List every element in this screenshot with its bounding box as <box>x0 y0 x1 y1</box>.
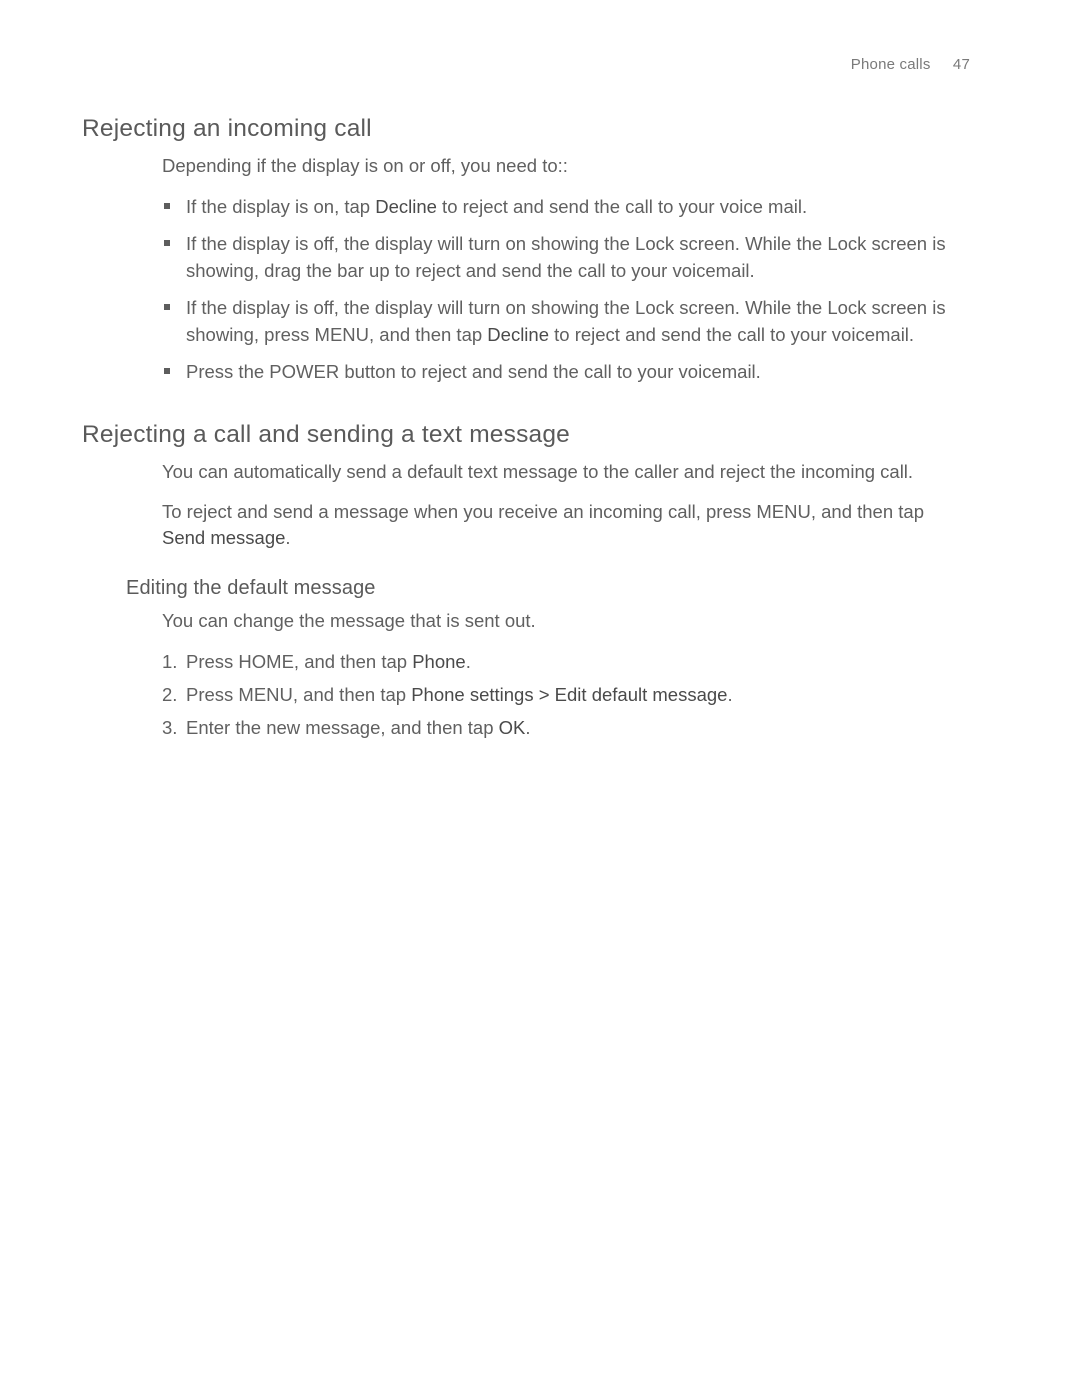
section3-body: You can change the message that is sent … <box>162 608 970 741</box>
phone-settings-label: Phone settings > Edit default message <box>411 684 727 705</box>
section1-intro: Depending if the display is on or off, y… <box>162 153 970 179</box>
page-header: Phone calls 47 <box>82 56 970 73</box>
section2-body: You can automatically send a default tex… <box>162 459 970 551</box>
step-item: Press MENU, and then tap Phone settings … <box>162 681 970 708</box>
section2-p2: To reject and send a message when you re… <box>162 499 970 551</box>
bullet-item: If the display is off, the display will … <box>162 230 970 284</box>
section-heading-rejecting-call: Rejecting an incoming call <box>82 115 970 143</box>
document-page: Phone calls 47 Rejecting an incoming cal… <box>0 0 1080 1397</box>
bullet-item: Press the POWER button to reject and sen… <box>162 358 970 385</box>
section-heading-reject-text: Rejecting a call and sending a text mess… <box>82 421 970 449</box>
section2-p1: You can automatically send a default tex… <box>162 459 970 485</box>
section1-body: Depending if the display is on or off, y… <box>162 153 970 385</box>
phone-label: Phone <box>412 651 466 672</box>
chapter-title: Phone calls <box>851 56 931 73</box>
bullet-item: If the display is off, the display will … <box>162 294 970 348</box>
decline-label: Decline <box>487 324 549 345</box>
section3-steps: Press HOME, and then tap Phone. Press ME… <box>162 648 970 741</box>
section3-p: You can change the message that is sent … <box>162 608 970 634</box>
ok-label: OK <box>499 717 526 738</box>
subsection-heading-edit-default: Editing the default message <box>126 577 970 600</box>
send-message-label: Send message <box>162 527 285 548</box>
bullet-item: If the display is on, tap Decline to rej… <box>162 193 970 220</box>
page-number: 47 <box>953 56 970 73</box>
section1-bullets: If the display is on, tap Decline to rej… <box>162 193 970 385</box>
step-item: Press HOME, and then tap Phone. <box>162 648 970 675</box>
decline-label: Decline <box>375 196 437 217</box>
step-item: Enter the new message, and then tap OK. <box>162 714 970 741</box>
